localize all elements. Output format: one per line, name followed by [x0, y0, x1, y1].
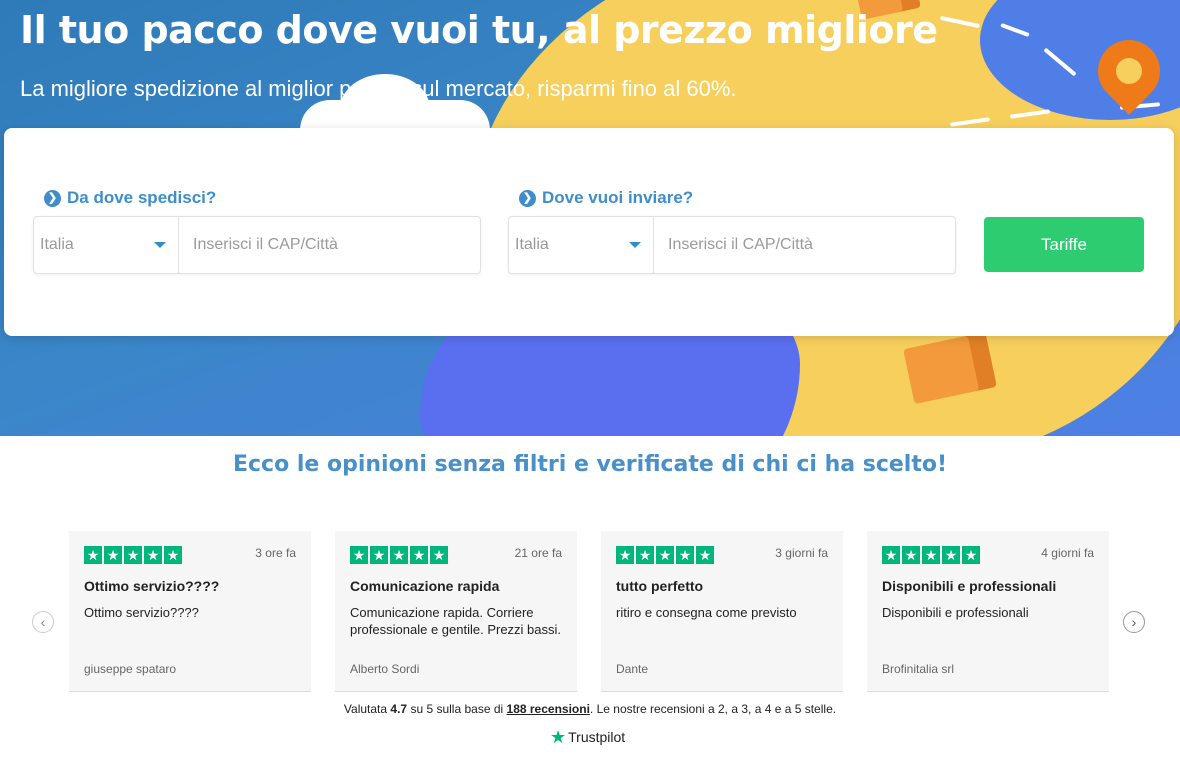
star-rating: ★ ★ ★ ★ ★ [350, 546, 448, 564]
to-label-text: Dove vuoi inviare? [542, 188, 694, 207]
star-icon: ★ [676, 546, 694, 564]
star-rating: ★ ★ ★ ★ ★ [616, 546, 714, 564]
trustpilot-brand: Trustpilot [568, 729, 626, 745]
star-icon: ★ [942, 546, 960, 564]
star-icon: ★ [902, 546, 920, 564]
review-text: Ottimo servizio???? [84, 605, 199, 620]
from-field-group: Italia [33, 216, 481, 274]
chevron-left-icon: ‹ [40, 614, 46, 630]
star-icon: ★ [430, 546, 448, 564]
review-title: Disponibili e professionali [882, 578, 1057, 594]
summary-prefix: Valutata [343, 702, 388, 716]
review-author: Dante [616, 662, 649, 676]
to-label: ❯ Dove vuoi inviare? [519, 188, 693, 208]
star-icon: ★ [696, 546, 714, 564]
review-text: Disponibili e professionali [882, 605, 1029, 620]
star-icon: ★ [124, 546, 142, 564]
hero-subtitle: La migliore spedizione al miglior prezzo… [20, 76, 737, 101]
summary-suffix: . Le nostre recensioni a 2, a 3, a 4 e a… [589, 702, 837, 716]
trustpilot-logo[interactable]: ★ Trustpilot [550, 728, 625, 746]
review-time: 3 giorni fa [775, 546, 828, 560]
to-country-value: Italia [515, 236, 549, 253]
from-country-select[interactable]: Italia [34, 217, 179, 273]
from-label: ❯ Da dove spedisci? [44, 188, 216, 208]
star-icon: ★ [636, 546, 654, 564]
star-icon: ★ [922, 546, 940, 564]
review-author: Brofinitalia srl [882, 662, 955, 676]
hero-title: Il tuo pacco dove vuoi tu, al prezzo mig… [20, 8, 938, 52]
star-rating: ★ ★ ★ ★ ★ [882, 546, 980, 564]
star-rating: ★ ★ ★ ★ ★ [84, 546, 182, 564]
star-icon: ★ [390, 546, 408, 564]
review-card[interactable]: ★ ★ ★ ★ ★ 3 giorni fa tutto perfetto ritiro … [601, 531, 843, 692]
review-title: tutto perfetto [616, 578, 704, 594]
trustpilot-star-icon: ★ [550, 727, 567, 747]
review-card[interactable]: ★ ★ ★ ★ ★ 4 giorni fa Disponibili e professi… [867, 531, 1109, 692]
rating-summary: Valutata 4.7 su 5 sulla base di 188 rece… [0, 702, 1180, 716]
reviews-heading: Ecco le opinioni senza filtri e verifica… [232, 452, 948, 477]
to-field-group: Italia [508, 216, 956, 274]
review-text: ritiro e consegna come previsto [616, 605, 797, 620]
chevron-right-icon: › [1131, 614, 1137, 630]
carousel-next-button[interactable]: › [1123, 611, 1145, 633]
from-cap-input[interactable] [179, 217, 480, 273]
review-card[interactable]: ★ ★ ★ ★ ★ 3 ore fa Ottimo servizio???? Ottim… [69, 531, 311, 692]
star-icon: ★ [410, 546, 428, 564]
caret-down-icon [629, 242, 641, 248]
review-time: 21 ore fa [514, 546, 562, 560]
star-icon: ★ [84, 546, 102, 564]
to-country-select[interactable]: Italia [509, 217, 654, 273]
star-icon: ★ [144, 546, 162, 564]
rating-value: 4.7 [390, 702, 408, 716]
star-icon: ★ [350, 546, 368, 564]
star-icon: ★ [656, 546, 674, 564]
review-text: Comunicazione rapida. Corriere professio… [350, 605, 562, 637]
to-cap-input[interactable] [654, 217, 955, 273]
shipping-search-form: ❯ Da dove spedisci? Italia ❯ Dove vuoi i… [4, 128, 1174, 336]
star-icon: ★ [962, 546, 980, 564]
from-country-value: Italia [40, 236, 74, 253]
star-icon: ★ [370, 546, 388, 564]
review-count-link[interactable]: 188 recensioni [507, 702, 590, 716]
review-title: Ottimo servizio???? [84, 578, 220, 594]
star-icon: ★ [164, 546, 182, 564]
review-time: 4 giorni fa [1041, 546, 1094, 560]
tariffe-button[interactable]: Tariffe [984, 217, 1144, 272]
chevron-right-icon: ❯ [519, 189, 536, 207]
star-icon: ★ [882, 546, 900, 564]
review-author: giuseppe spataro [84, 662, 177, 676]
from-label-text: Da dove spedisci? [67, 188, 217, 207]
review-card[interactable]: ★ ★ ★ ★ ★ 21 ore fa Comunicazione rapida Com… [335, 531, 577, 692]
carousel-prev-button[interactable]: ‹ [32, 611, 54, 633]
review-time: 3 ore fa [255, 546, 296, 560]
star-icon: ★ [104, 546, 122, 564]
star-icon: ★ [616, 546, 634, 564]
summary-mid: su 5 sulla base di [410, 702, 504, 716]
review-title: Comunicazione rapida [350, 578, 500, 594]
review-author: Alberto Sordi [350, 662, 420, 676]
caret-down-icon [154, 242, 166, 248]
chevron-right-icon: ❯ [44, 189, 61, 207]
